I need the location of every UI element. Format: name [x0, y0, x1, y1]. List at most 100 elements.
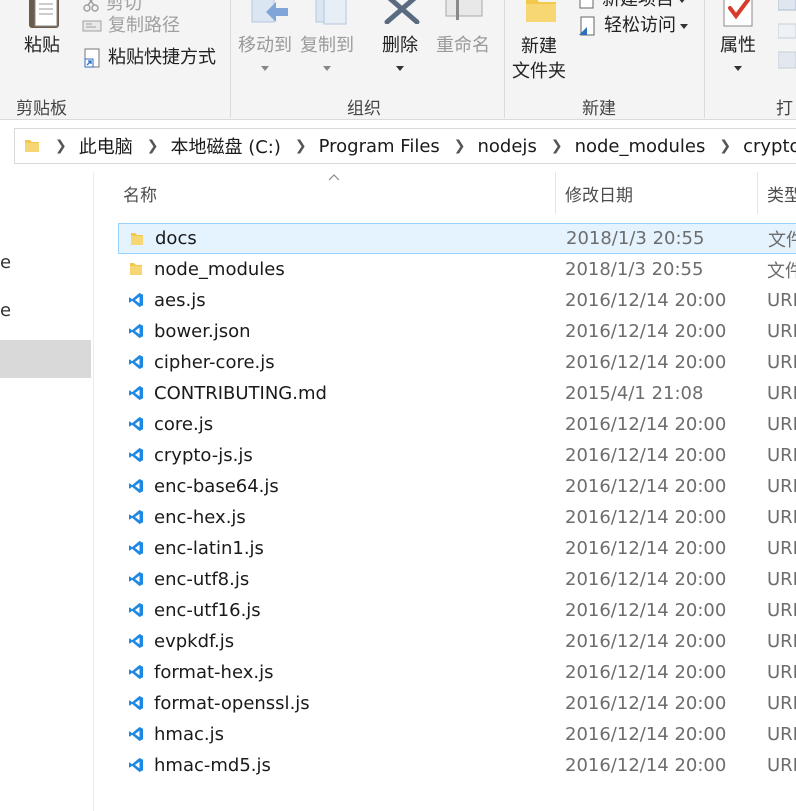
column-header-name[interactable]: 名称 — [123, 172, 555, 214]
rename-button[interactable]: 重命名 — [436, 34, 490, 58]
file-row[interactable]: format-hex.js 2016/12/14 20:00 URL — [118, 657, 796, 688]
vscode-file-icon — [128, 447, 144, 463]
new-group-label: 新建 — [582, 99, 616, 119]
file-name: enc-hex.js — [154, 507, 246, 528]
clipboard-group-label: 剪贴板 — [16, 99, 67, 119]
vscode-file-icon — [128, 540, 144, 556]
properties-icon — [722, 0, 756, 32]
column-divider[interactable] — [757, 172, 758, 214]
breadcrumb-node-modules[interactable]: node_modules — [575, 136, 706, 157]
file-name: bower.json — [154, 321, 251, 342]
column-header-date[interactable]: 修改日期 — [565, 172, 757, 214]
breadcrumb-chevron-icon[interactable]: ❯ — [454, 138, 466, 154]
file-row[interactable]: bower.json 2016/12/14 20:00 URL — [118, 316, 796, 347]
breadcrumb-chevron-icon[interactable]: ❯ — [551, 138, 563, 154]
file-date: 2016/12/14 20:00 — [565, 569, 727, 590]
breadcrumb-program-files[interactable]: Program Files — [319, 136, 440, 157]
new-item-icon — [579, 0, 594, 9]
properties-button[interactable]: 属性 — [720, 34, 756, 80]
chevron-down-icon — [323, 65, 331, 71]
file-row[interactable]: enc-latin1.js 2016/12/14 20:00 URL — [118, 533, 796, 564]
nav-item-fragment[interactable]: e — [0, 252, 11, 273]
file-row[interactable]: CONTRIBUTING.md 2015/4/1 21:08 URL — [118, 378, 796, 409]
file-type: URL — [767, 476, 796, 497]
file-type: URL — [767, 383, 796, 404]
file-type: URL — [767, 569, 796, 590]
file-row[interactable]: enc-base64.js 2016/12/14 20:00 URL — [118, 471, 796, 502]
navigation-pane[interactable]: e e — [0, 172, 92, 811]
ribbon-separator — [230, 0, 231, 118]
file-row[interactable]: enc-utf16.js 2016/12/14 20:00 URL — [118, 595, 796, 626]
delete-button[interactable]: 删除 — [382, 34, 418, 80]
chevron-down-icon — [734, 65, 742, 71]
breadcrumb-this-pc[interactable]: 此电脑 — [79, 133, 133, 159]
file-type: URL — [767, 507, 796, 528]
file-row[interactable]: enc-hex.js 2016/12/14 20:00 URL — [118, 502, 796, 533]
file-type: URL — [767, 445, 796, 466]
file-date: 2016/12/14 20:00 — [565, 507, 727, 528]
file-date: 2016/12/14 20:00 — [565, 538, 727, 559]
pane-divider[interactable] — [93, 172, 94, 811]
file-name: crypto-js.js — [154, 445, 253, 466]
file-date: 2016/12/14 20:00 — [565, 600, 727, 621]
file-type: URL — [767, 631, 796, 652]
breadcrumb-chevron-icon[interactable]: ❯ — [295, 138, 307, 154]
breadcrumb-chevron-icon[interactable]: ❯ — [147, 138, 159, 154]
chevron-down-icon — [261, 65, 269, 71]
file-row[interactable]: docs 2018/1/3 20:55 文件夹 — [118, 223, 796, 254]
new-folder-icon — [524, 0, 558, 28]
chevron-down-icon — [680, 23, 688, 29]
file-name: enc-base64.js — [154, 476, 279, 497]
vscode-file-icon — [128, 695, 144, 711]
scissors-icon — [83, 0, 99, 12]
vscode-file-icon — [128, 571, 144, 587]
breadcrumb-local-disk[interactable]: 本地磁盘 (C:) — [170, 133, 280, 159]
breadcrumb-nodejs[interactable]: nodejs — [478, 136, 537, 157]
column-header-type[interactable]: 类型 — [767, 172, 796, 214]
file-row[interactable]: core.js 2016/12/14 20:00 URL — [118, 409, 796, 440]
vscode-file-icon — [128, 757, 144, 773]
paste-button[interactable]: 粘贴 — [24, 34, 60, 58]
new-folder-label-line1: 新建 — [521, 36, 557, 57]
file-row[interactable]: hmac-md5.js 2016/12/14 20:00 URL — [118, 750, 796, 781]
delete-icon — [384, 0, 420, 28]
file-date: 2018/1/3 20:55 — [565, 259, 704, 280]
file-row[interactable]: evpkdf.js 2016/12/14 20:00 URL — [118, 626, 796, 657]
paste-shortcut-button[interactable]: 粘贴快捷方式 — [82, 46, 216, 70]
move-to-icon — [250, 0, 290, 30]
move-to-button[interactable]: 移动到 — [238, 34, 292, 80]
easy-access-button[interactable]: 轻松访问 — [578, 14, 688, 38]
new-item-button[interactable]: 新建项目 — [578, 0, 686, 12]
file-row[interactable]: format-openssl.js 2016/12/14 20:00 URL — [118, 688, 796, 719]
breadcrumb-chevron-icon[interactable]: ❯ — [719, 138, 731, 154]
file-name: enc-utf16.js — [154, 600, 261, 621]
vscode-file-icon — [128, 726, 144, 742]
address-bar[interactable]: ❯ 此电脑 ❯ 本地磁盘 (C:) ❯ Program Files ❯ node… — [14, 128, 796, 164]
vscode-file-icon — [128, 602, 144, 618]
column-divider[interactable] — [555, 172, 556, 214]
properties-label: 属性 — [720, 35, 756, 56]
file-date: 2016/12/14 20:00 — [565, 755, 727, 776]
easy-access-icon — [579, 16, 595, 36]
copy-to-button[interactable]: 复制到 — [300, 34, 354, 80]
open-icon — [777, 0, 796, 80]
ribbon: 粘贴 剪切 复制路径 粘贴快捷方式 剪贴板 移动到 复制到 删除 重命名 组织 … — [0, 0, 796, 120]
breadcrumb-crypto-js[interactable]: crypto-js — [743, 136, 796, 157]
copy-to-icon — [312, 0, 352, 30]
file-row[interactable]: cipher-core.js 2016/12/14 20:00 URL — [118, 347, 796, 378]
file-name: docs — [155, 228, 197, 249]
chevron-down-icon — [678, 0, 686, 3]
file-row[interactable]: hmac.js 2016/12/14 20:00 URL — [118, 719, 796, 750]
new-item-label: 新建项目 — [602, 0, 674, 12]
new-folder-button[interactable]: 新建 文件夹 — [512, 34, 566, 84]
nav-item-fragment[interactable]: e — [0, 300, 11, 321]
file-row[interactable]: enc-utf8.js 2016/12/14 20:00 URL — [118, 564, 796, 595]
copy-path-button[interactable]: 复制路径 — [82, 14, 180, 38]
file-row[interactable]: crypto-js.js 2016/12/14 20:00 URL — [118, 440, 796, 471]
file-row[interactable]: node_modules 2018/1/3 20:55 文件夹 — [118, 254, 796, 285]
copy-to-label: 复制到 — [300, 35, 354, 56]
nav-item-selected[interactable] — [0, 340, 91, 378]
rename-icon — [444, 0, 484, 26]
breadcrumb-chevron-icon[interactable]: ❯ — [55, 138, 67, 154]
file-row[interactable]: aes.js 2016/12/14 20:00 URL — [118, 285, 796, 316]
